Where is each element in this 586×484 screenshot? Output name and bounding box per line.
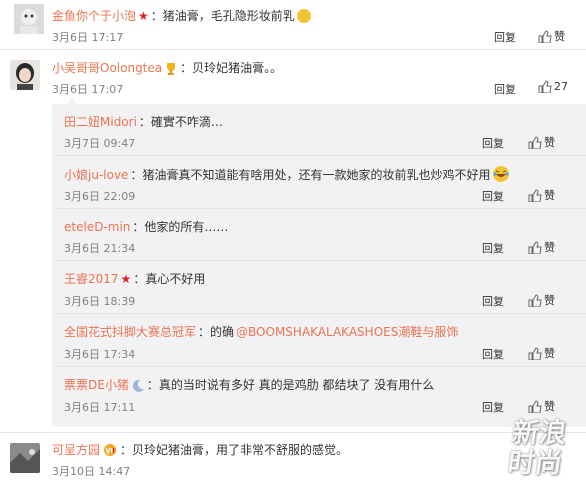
avatar-image [10,60,40,90]
divider [56,260,586,261]
reply-item: 票票DE小猪 ：真的当时说有多好 真的是鸡肋 都结块了 没有用什么 [64,376,434,393]
reply-item: 小娘ju-love ：猪油膏真不知道能有啥用处，还有一款她家的妆前乳也炒鸡不好用 [64,165,510,183]
like-label: 赞 [544,294,555,307]
like-label: 赞 [544,400,555,413]
timestamp: 3月6日 21:34 [64,242,136,255]
reply-item: 全国花式抖脚大赛总冠军 ：的确 @BOOMSHAKALAKASHOES潮鞋与服饰 [64,323,458,340]
user-name[interactable]: 小娘ju-love [64,166,128,183]
like-count: 27 [554,80,568,93]
timestamp: 3月10日 14:47 [52,465,131,478]
timestamp: 3月6日 22:09 [64,190,136,203]
timestamp: 3月6日 17:17 [52,31,124,44]
user-name[interactable]: 可呈方园 [52,441,100,458]
like-label: 赞 [544,136,555,149]
comment-text: ：真的当时说有多好 真的是鸡肋 都结块了 没有用什么 [146,378,435,392]
avatar[interactable] [10,60,40,90]
vip-badge-icon [104,443,117,456]
comment-text: ：他家的所有…… [132,220,229,234]
comment-text: ：贝玲妃猪油膏。。 [180,61,283,75]
watermark-text: 新浪时尚 [505,418,569,479]
thumb-up-icon [528,346,542,360]
like-label: 赞 [544,347,555,360]
thumb-up-icon [538,29,552,43]
moon-badge-icon [132,379,144,392]
like-label: 赞 [544,189,555,202]
mention-link[interactable]: @BOOMSHAKALAKASHOES潮鞋与服饰 [236,323,458,340]
like-button[interactable]: 赞 [528,239,555,255]
comment-line: 可呈方园 ：贝玲妃猪油膏，用了非常不舒服的感觉。 [52,441,348,458]
comment-text: ：贝玲妃猪油膏，用了非常不舒服的感觉。 [120,443,349,457]
timestamp: 3月6日 17:07 [52,83,124,96]
reply-button[interactable]: 回复 [482,399,504,415]
timestamp: 3月6日 17:34 [64,348,136,361]
like-button[interactable]: 27 [538,80,568,93]
sleepy-emoji-icon [296,8,311,23]
comment-text: ：猪油膏，毛孔隐形妆前乳 [150,9,295,23]
like-button[interactable]: 赞 [528,134,555,150]
user-name[interactable]: eteleD-min [64,220,130,234]
reply-button[interactable]: 回复 [482,135,504,151]
comment-line: 小吴哥哥Oolongtea ：贝玲妃猪油膏。。 [52,59,282,76]
divider [56,366,586,367]
user-name[interactable]: 田二妞Midori [64,113,137,130]
thumb-up-icon [528,240,542,254]
user-name[interactable]: 全国花式抖脚大赛总冠军 [64,323,196,340]
timestamp: 3月7日 09:47 [64,137,136,150]
comment-line: 金鱼你个于小泡 ★ ：猪油膏，毛孔隐形妆前乳 [52,7,311,24]
like-button[interactable]: 赞 [528,292,555,308]
divider [0,49,586,50]
timestamp: 3月6日 18:39 [64,295,136,308]
divider [56,208,586,209]
avatar[interactable] [14,4,44,34]
reply-button[interactable]: 回复 [482,188,504,204]
reply-button[interactable]: 回复 [494,29,516,45]
thumb-up-icon [528,135,542,149]
avatar[interactable] [10,443,40,473]
thumb-up-icon [528,399,542,413]
user-name[interactable]: 小吴哥哥Oolongtea [52,59,162,76]
comment-text: ：的确 [198,325,235,339]
like-button[interactable]: 赞 [528,345,555,361]
like-button[interactable]: 赞 [528,187,555,203]
thumb-up-icon [528,188,542,202]
like-button[interactable]: 赞 [528,398,555,414]
divider [0,432,586,433]
timestamp: 3月6日 17:11 [64,401,136,414]
avatar-image [14,4,44,34]
thumb-up-icon [538,80,552,93]
comment-text: ：真心不好用 [133,272,206,286]
watermark: 新浪时尚 [500,418,584,480]
user-name[interactable]: 王睿2017 [64,270,119,287]
like-label: 赞 [554,30,565,43]
laughing-emoji-icon [493,166,510,182]
comment-text: ：確實不咋滴… [138,115,223,129]
divider [56,313,586,314]
reply-arrow-icon [66,98,78,105]
divider [56,155,586,156]
star-badge-icon: ★ [120,271,132,286]
star-badge-icon: ★ [138,8,149,23]
user-name[interactable]: 票票DE小猪 [64,376,129,393]
reply-button[interactable]: 回复 [482,240,504,256]
like-label: 赞 [544,241,555,254]
thumb-up-icon [528,293,542,307]
reply-button[interactable]: 回复 [494,81,516,97]
reply-item: 王睿2017 ★ ：真心不好用 [64,270,205,287]
avatar-image [10,443,40,473]
comment-text: ：猪油膏真不知道能有啥用处，还有一款她家的妆前乳也炒鸡不好用 [130,167,491,182]
reply-item: 田二妞Midori ：確實不咋滴… [64,113,223,130]
reply-button[interactable]: 回复 [482,346,504,362]
user-name[interactable]: 金鱼你个于小泡 [52,7,136,24]
like-button[interactable]: 赞 [538,28,565,44]
reply-button[interactable]: 回复 [482,293,504,309]
trophy-badge-icon [167,62,176,75]
reply-item: eteleD-min ：他家的所有…… [64,218,228,235]
